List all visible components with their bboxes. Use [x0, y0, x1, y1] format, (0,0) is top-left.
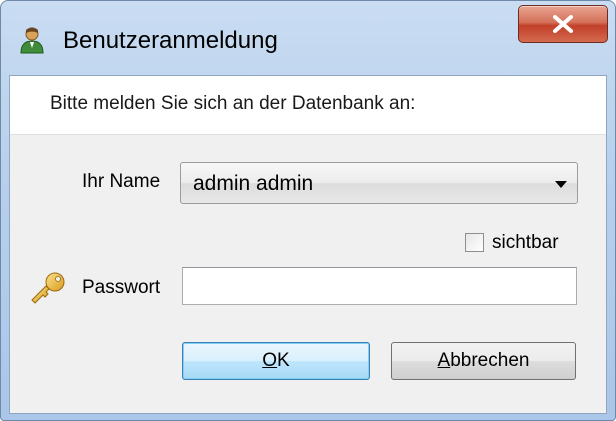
ok-button-label: K: [277, 350, 290, 371]
password-label: Passwort: [82, 277, 161, 298]
key-icon: [31, 272, 65, 304]
cancel-button-mnemonic: A: [437, 350, 451, 371]
instruction-text: Bitte melden Sie sich an der Datenbank a…: [50, 93, 416, 114]
user-icon: [20, 27, 44, 54]
ok-button[interactable]: OK: [182, 342, 370, 380]
name-dropdown-value: admin admin: [193, 172, 314, 195]
chevron-down-icon: [555, 181, 567, 188]
dialog-body: Bitte melden Sie sich an der Datenbank a…: [9, 75, 607, 414]
ok-button-mnemonic: O: [262, 350, 278, 371]
cancel-button-label: bbrechen: [450, 350, 530, 371]
name-label: Ihr Name: [82, 171, 161, 192]
name-dropdown[interactable]: admin admin: [180, 162, 578, 204]
visible-checkbox-label[interactable]: sichtbar: [492, 232, 559, 254]
login-dialog: Benutzeranmeldung Bitte melden Sie sich …: [0, 0, 616, 421]
close-button[interactable]: [518, 5, 608, 43]
visible-checkbox[interactable]: [465, 233, 484, 252]
window-title: Benutzeranmeldung: [63, 27, 278, 54]
title-bar[interactable]: Benutzeranmeldung: [1, 1, 615, 75]
close-icon: [553, 15, 573, 33]
instruction-area: Bitte melden Sie sich an der Datenbank a…: [10, 76, 606, 135]
password-field[interactable]: [182, 267, 577, 305]
cancel-button[interactable]: Abbrechen: [391, 342, 576, 380]
